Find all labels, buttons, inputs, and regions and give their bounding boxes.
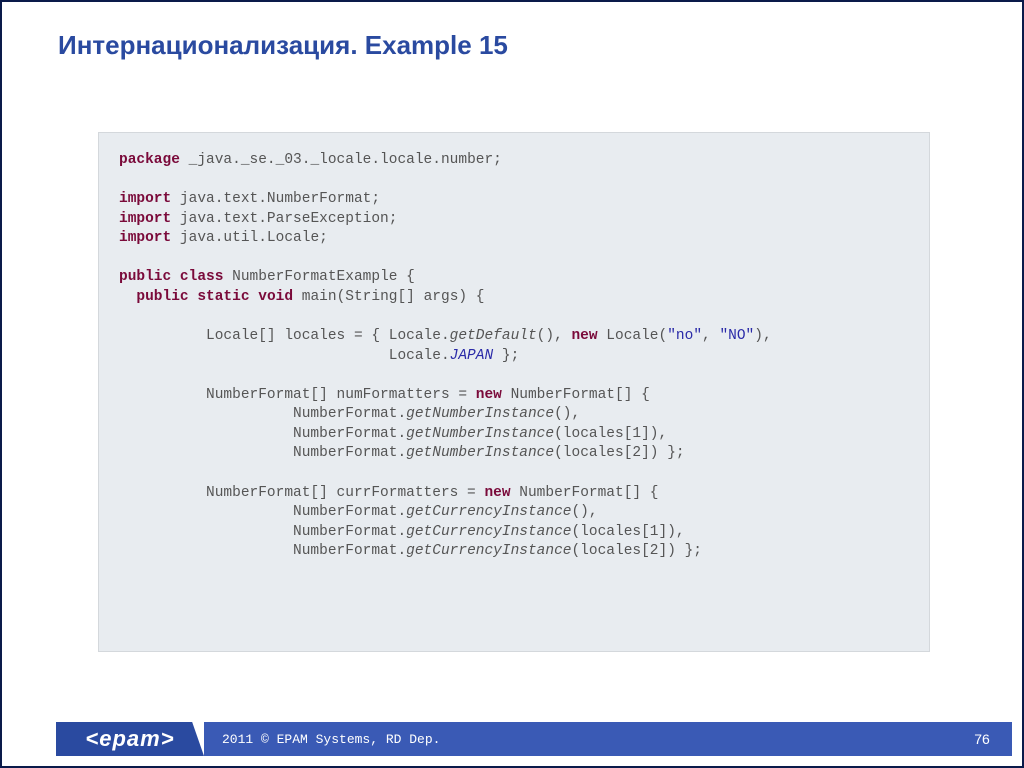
code-token: NumberFormat. bbox=[119, 504, 406, 520]
code-token: (), bbox=[554, 406, 580, 422]
code-token bbox=[250, 289, 259, 305]
code-token: getNumberInstance bbox=[406, 445, 554, 461]
code-token: (), bbox=[537, 328, 572, 344]
code-token: java.util.Locale; bbox=[171, 230, 328, 246]
code-token: import bbox=[119, 191, 171, 207]
code-token: "NO" bbox=[719, 328, 754, 344]
epam-logo: <epam> bbox=[56, 722, 204, 756]
code-token: java.text.ParseException; bbox=[171, 211, 397, 227]
code-token: JAPAN bbox=[450, 348, 494, 364]
code-token: NumberFormatExample { bbox=[223, 269, 414, 285]
code-token: getCurrencyInstance bbox=[406, 543, 571, 559]
code-token: NumberFormat[] currFormatters = bbox=[119, 485, 484, 501]
code-token: new bbox=[476, 387, 502, 403]
code-token: NumberFormat. bbox=[119, 524, 406, 540]
code-token: }; bbox=[493, 348, 519, 364]
code-token: (), bbox=[571, 504, 597, 520]
code-token: public bbox=[136, 289, 188, 305]
code-token: NumberFormat[] { bbox=[502, 387, 650, 403]
code-token: import bbox=[119, 230, 171, 246]
code-token: package bbox=[119, 152, 180, 168]
code-token: ), bbox=[754, 328, 771, 344]
code-token: java.text.NumberFormat; bbox=[171, 191, 380, 207]
code-token: Locale( bbox=[598, 328, 668, 344]
slide-container: Интернационализация. Example 15 package … bbox=[0, 0, 1024, 768]
code-token: NumberFormat. bbox=[119, 445, 406, 461]
slide-title: Интернационализация. Example 15 bbox=[2, 2, 1022, 61]
code-token: getNumberInstance bbox=[406, 426, 554, 442]
code-token: new bbox=[484, 485, 510, 501]
code-token: getCurrencyInstance bbox=[406, 524, 571, 540]
code-token: (locales[1]), bbox=[571, 524, 684, 540]
code-token: new bbox=[571, 328, 597, 344]
code-token: main(String[] args) { bbox=[293, 289, 484, 305]
code-token: import bbox=[119, 211, 171, 227]
code-token: "no" bbox=[667, 328, 702, 344]
copyright-text: 2011 © EPAM Systems, RD Dep. bbox=[222, 732, 440, 747]
code-token: getDefault bbox=[450, 328, 537, 344]
code-token: (locales[2]) }; bbox=[571, 543, 702, 559]
code-token: getNumberInstance bbox=[406, 406, 554, 422]
footer: <epam> 2011 © EPAM Systems, RD Dep. 76 bbox=[56, 722, 1012, 756]
footer-bar: 2011 © EPAM Systems, RD Dep. bbox=[204, 722, 952, 756]
code-token bbox=[171, 269, 180, 285]
code-token bbox=[119, 289, 136, 305]
code-block: package _java._se._03._locale.locale.num… bbox=[119, 151, 909, 562]
code-token: _java._se._03._locale.locale.number; bbox=[180, 152, 502, 168]
code-token: NumberFormat. bbox=[119, 426, 406, 442]
code-token: NumberFormat. bbox=[119, 543, 406, 559]
code-token: void bbox=[258, 289, 293, 305]
code-token: Locale[] locales = { Locale. bbox=[119, 328, 450, 344]
code-token: class bbox=[180, 269, 224, 285]
code-token: getCurrencyInstance bbox=[406, 504, 571, 520]
code-token: (locales[2]) }; bbox=[554, 445, 685, 461]
code-token: public bbox=[119, 269, 171, 285]
page-number: 76 bbox=[952, 722, 1012, 756]
code-token: Locale. bbox=[119, 348, 450, 364]
code-box: package _java._se._03._locale.locale.num… bbox=[98, 132, 930, 652]
code-token: NumberFormat[] { bbox=[511, 485, 659, 501]
code-token: (locales[1]), bbox=[554, 426, 667, 442]
code-token: NumberFormat[] numFormatters = bbox=[119, 387, 476, 403]
code-token: NumberFormat. bbox=[119, 406, 406, 422]
code-token: , bbox=[702, 328, 719, 344]
code-token: static bbox=[197, 289, 249, 305]
